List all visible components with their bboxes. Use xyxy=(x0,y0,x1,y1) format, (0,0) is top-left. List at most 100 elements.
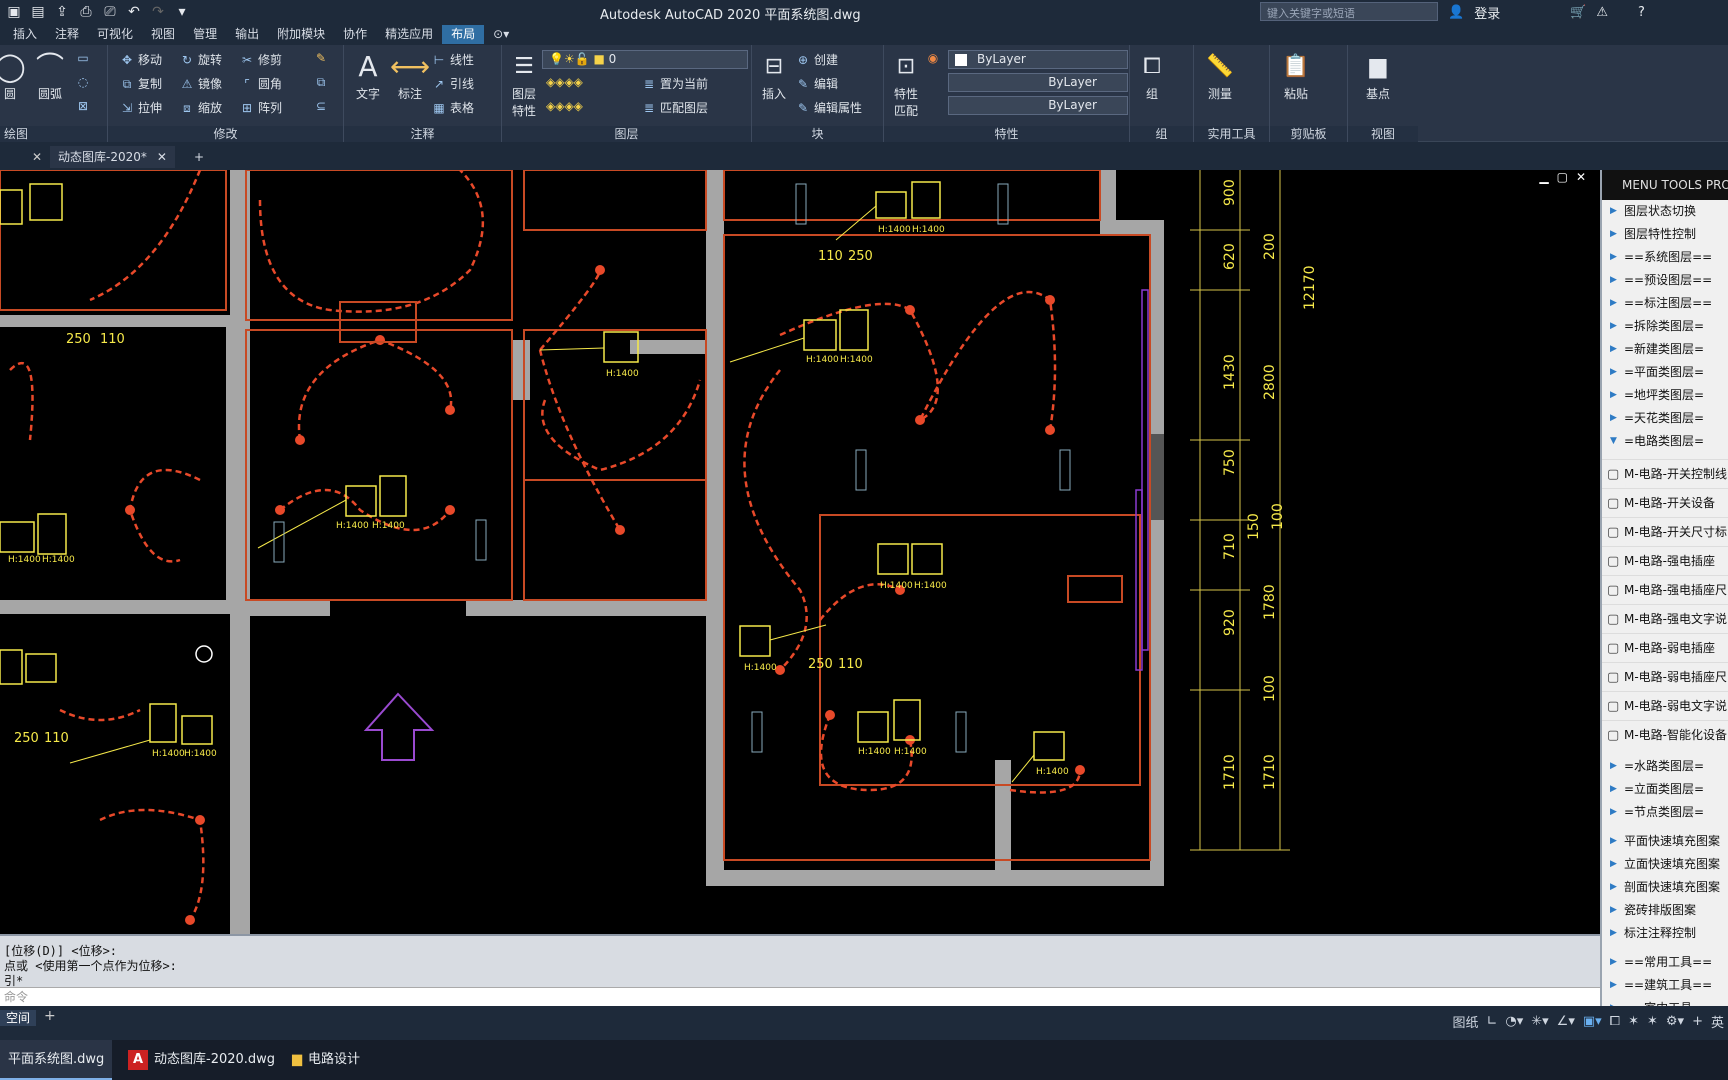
tp-tool[interactable]: M-电路-弱电插座尺 xyxy=(1602,662,1728,692)
undo-icon[interactable]: ↶ xyxy=(124,4,144,20)
ribbon-toggle-icon[interactable]: ⊙▾ xyxy=(484,25,518,44)
clipboard-panel-title[interactable]: 剪贴板 xyxy=(1270,126,1347,142)
tab-featured-apps[interactable]: 精选应用 xyxy=(376,25,442,44)
input-language[interactable]: 英 xyxy=(1711,1012,1724,1031)
tp-group[interactable]: ==常用工具== xyxy=(1602,951,1728,974)
add-layout-icon[interactable]: + xyxy=(44,1008,56,1024)
tp-group[interactable]: =水路类图层= xyxy=(1602,755,1728,778)
trim-button[interactable]: ✂ 修剪 xyxy=(240,51,282,68)
stretch-button[interactable]: ⇲ 拉伸 xyxy=(120,99,162,116)
rotate-button[interactable]: ↻ 旋转 xyxy=(180,51,222,68)
measure-button[interactable]: 📏 测量 xyxy=(1198,49,1242,102)
annotation-visibility-icon[interactable]: ✶ xyxy=(1628,1014,1639,1029)
linetype-dropdown[interactable]: ByLayer xyxy=(948,73,1128,92)
cart-icon[interactable]: 🛒 xyxy=(1570,5,1586,20)
utilities-panel-title[interactable]: 实用工具 xyxy=(1194,126,1269,142)
tp-group[interactable]: =新建类图层= xyxy=(1602,338,1728,361)
linear-button[interactable]: ⊢ 线性 xyxy=(432,51,474,68)
modify-panel-title[interactable]: 修改 xyxy=(108,126,343,142)
taskbar-item[interactable]: 平面系统图.dwg xyxy=(0,1040,112,1080)
help-icon[interactable]: ? xyxy=(1638,5,1645,20)
tp-group-expanded[interactable]: =电路类图层= xyxy=(1602,430,1728,453)
layers-panel-title[interactable]: 图层 xyxy=(502,126,751,142)
properties-panel-title[interactable]: 特性 xyxy=(884,126,1129,142)
osnap-icon[interactable]: ✳▾ xyxy=(1531,1014,1548,1029)
boundary-button[interactable]: ⊠ xyxy=(76,99,90,113)
mirror-button[interactable]: ⚠ 镜像 xyxy=(180,75,222,92)
erase-button[interactable]: ✎ xyxy=(314,51,328,65)
scale-button[interactable]: ⧈ 缩放 xyxy=(180,99,222,116)
export-icon[interactable]: ⇪ xyxy=(52,4,72,20)
tp-group[interactable]: =拆除类图层= xyxy=(1602,315,1728,338)
tp-tool[interactable]: M-电路-开关设备 xyxy=(1602,488,1728,518)
tp-group[interactable]: ==室内工具== xyxy=(1602,997,1728,1006)
tab-view[interactable]: 视图 xyxy=(142,25,184,44)
model-layout-tab[interactable]: 空间 xyxy=(0,1010,37,1026)
copy-button[interactable]: ⧉ 复制 xyxy=(120,75,162,92)
tp-group[interactable]: =平面类图层= xyxy=(1602,361,1728,384)
match-layer-button[interactable]: ≣ 匹配图层 xyxy=(642,99,708,116)
doc-tab-close-icon[interactable]: ✕ xyxy=(24,146,50,168)
tab-manage[interactable]: 管理 xyxy=(184,25,226,44)
tp-action[interactable]: 平面快速填充图案 xyxy=(1602,830,1728,853)
taskbar-item-autocad[interactable]: A 动态图库-2020.dwg xyxy=(120,1040,280,1080)
groups-panel-title[interactable]: 组 xyxy=(1130,126,1193,142)
array-button[interactable]: ⊞ 阵列 xyxy=(240,99,282,116)
tp-group[interactable]: 图层状态切换 xyxy=(1602,200,1728,223)
table-button[interactable]: ▦ 表格 xyxy=(432,99,474,116)
tp-action[interactable]: 标注注释控制 xyxy=(1602,922,1728,945)
print-icon[interactable]: ⎚ xyxy=(100,4,120,20)
tp-group[interactable]: =立面类图层= xyxy=(1602,778,1728,801)
drawing-canvas[interactable]: 900 620 1430 750 710 920 1710 200 2800 1… xyxy=(0,170,1600,934)
tp-group[interactable]: 图层特性控制 xyxy=(1602,223,1728,246)
tp-tool[interactable]: M-电路-开关尺寸标 xyxy=(1602,517,1728,547)
tp-action[interactable]: 立面快速填充图案 xyxy=(1602,853,1728,876)
tab-insert[interactable]: 插入 xyxy=(4,25,46,44)
tp-tool[interactable]: M-电路-强电插座 xyxy=(1602,546,1728,576)
insert-block-button[interactable]: ⊟ 插入 xyxy=(752,49,796,102)
angle-icon[interactable]: ∠▾ xyxy=(1557,1014,1575,1029)
annotation-scale-icon[interactable]: ⧠ xyxy=(1610,1014,1620,1029)
draw-panel-title[interactable]: 绘图 xyxy=(0,126,107,142)
tp-tool[interactable]: M-电路-智能化设备 xyxy=(1602,720,1728,750)
tp-group[interactable]: ==系统图层== xyxy=(1602,246,1728,269)
tp-tool[interactable]: M-电路-强电文字说 xyxy=(1602,604,1728,634)
tp-group[interactable]: =地坪类图层= xyxy=(1602,384,1728,407)
tp-tool[interactable]: M-电路-强电插座尺 xyxy=(1602,575,1728,605)
login-button[interactable]: 登录 xyxy=(1474,3,1500,22)
tab-visualize[interactable]: 可视化 xyxy=(88,25,142,44)
tp-group[interactable]: ==建筑工具== xyxy=(1602,974,1728,997)
tp-tool[interactable]: M-电路-开关控制线 xyxy=(1602,459,1728,489)
text-button[interactable]: A 文字 xyxy=(346,49,390,102)
tp-tool[interactable]: M-电路-弱电文字说 xyxy=(1602,691,1728,721)
tab-layout[interactable]: 布局 xyxy=(442,25,485,44)
tab-collaborate[interactable]: 协作 xyxy=(334,25,376,44)
color-wheel-icon[interactable]: ◉ xyxy=(926,51,940,65)
qat-dropdown-icon[interactable]: ▾ xyxy=(172,4,192,20)
offset-button[interactable]: ⊆ xyxy=(314,99,328,113)
tp-group[interactable]: ==标注图层== xyxy=(1602,292,1728,315)
base-point-button[interactable]: ▆ 基点 xyxy=(1356,49,1400,102)
block-panel-title[interactable]: 块 xyxy=(752,126,883,142)
move-button[interactable]: ✥ 移动 xyxy=(120,51,162,68)
create-block-button[interactable]: ⊕ 创建 xyxy=(796,51,838,68)
view-panel-title[interactable]: 视图 xyxy=(1348,126,1418,142)
layer-tools-row1[interactable]: ◈◈◈◈ xyxy=(546,75,583,89)
selection-cycling-icon[interactable]: ▣▾ xyxy=(1583,1014,1602,1029)
leader-button[interactable]: ↗ 引线 xyxy=(432,75,474,92)
tp-group[interactable]: ==预设图层== xyxy=(1602,269,1728,292)
redo-icon[interactable]: ↷ xyxy=(148,4,168,20)
viewport-window-controls[interactable]: ▁▢✕ xyxy=(1539,170,1594,184)
paste-button[interactable]: 📋 粘贴 xyxy=(1274,49,1318,102)
layer-properties-button[interactable]: ☰ 图层 特性 xyxy=(502,49,546,119)
tab-output[interactable]: 输出 xyxy=(226,25,268,44)
rectangle-button[interactable]: ▭ xyxy=(76,51,90,65)
tp-group[interactable]: =天花类图层= xyxy=(1602,407,1728,430)
fillet-button[interactable]: ⌜ 圆角 xyxy=(240,75,282,92)
polar-tracking-icon[interactable]: ◔▾ xyxy=(1505,1014,1523,1029)
command-input[interactable]: 命令 xyxy=(0,987,1600,1006)
paper-space-toggle[interactable]: 图纸 xyxy=(1452,1012,1478,1031)
match-properties-button[interactable]: ⊡ 特性 匹配 xyxy=(884,49,928,119)
layer-tools-row2[interactable]: ◈◈◈◈ xyxy=(546,99,583,113)
tab-addins[interactable]: 附加模块 xyxy=(268,25,334,44)
